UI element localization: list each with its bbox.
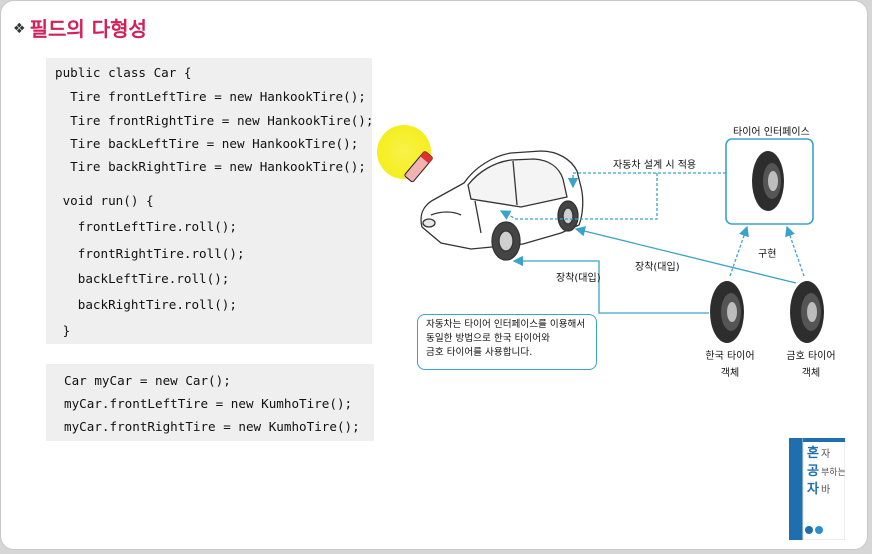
- svg-text:혼: 혼: [807, 445, 819, 461]
- hankook-label-line: 한국 타이어: [705, 351, 755, 362]
- kumho-label-line: 금호 타이어: [786, 351, 836, 362]
- car-illustration: [420, 150, 584, 261]
- hankook-label-line: 객체: [720, 368, 740, 379]
- note-box: 자동차는 타이어 인터페이스를 이용해서 동일한 방법으로 한국 타이어와 금호…: [417, 314, 597, 370]
- mount-label: 장착(대입): [635, 262, 680, 273]
- design-label: 자동차 설계 시 적용: [613, 160, 697, 171]
- note-line: 자동차는 타이어 인터페이스를 이용해서: [426, 319, 586, 330]
- svg-text:부하는: 부하는: [821, 467, 845, 478]
- svg-text:바: 바: [821, 484, 830, 496]
- kumho-label: 금호 타이어 객체: [781, 347, 841, 379]
- hankook-label: 한국 타이어 객체: [700, 347, 760, 379]
- polymorphism-diagram: [377, 125, 824, 343]
- pointer-highlight: [377, 125, 434, 183]
- interface-tire-icon: [752, 151, 784, 211]
- implement-label: 구현: [758, 249, 777, 260]
- svg-text:자: 자: [807, 482, 819, 497]
- mount-label: 장착(대입): [556, 273, 601, 284]
- interface-label: 타이어 인터페이스: [733, 127, 810, 138]
- svg-text:자: 자: [821, 448, 830, 460]
- kumho-label-line: 객체: [801, 368, 821, 379]
- note-line: 금호 타이어를 사용합니다.: [426, 347, 533, 358]
- kumho-tire-icon: [790, 281, 824, 343]
- note-line: 동일한 방법으로 한국 타이어와: [426, 333, 550, 344]
- svg-text:공: 공: [807, 464, 819, 479]
- hankook-tire-icon: [710, 281, 744, 343]
- book-cover-logo: 혼 자 공 부하는 자 바: [789, 438, 845, 540]
- slide: ❖ 필드의 다형성 public class Car { Tire frontLe…: [0, 0, 868, 550]
